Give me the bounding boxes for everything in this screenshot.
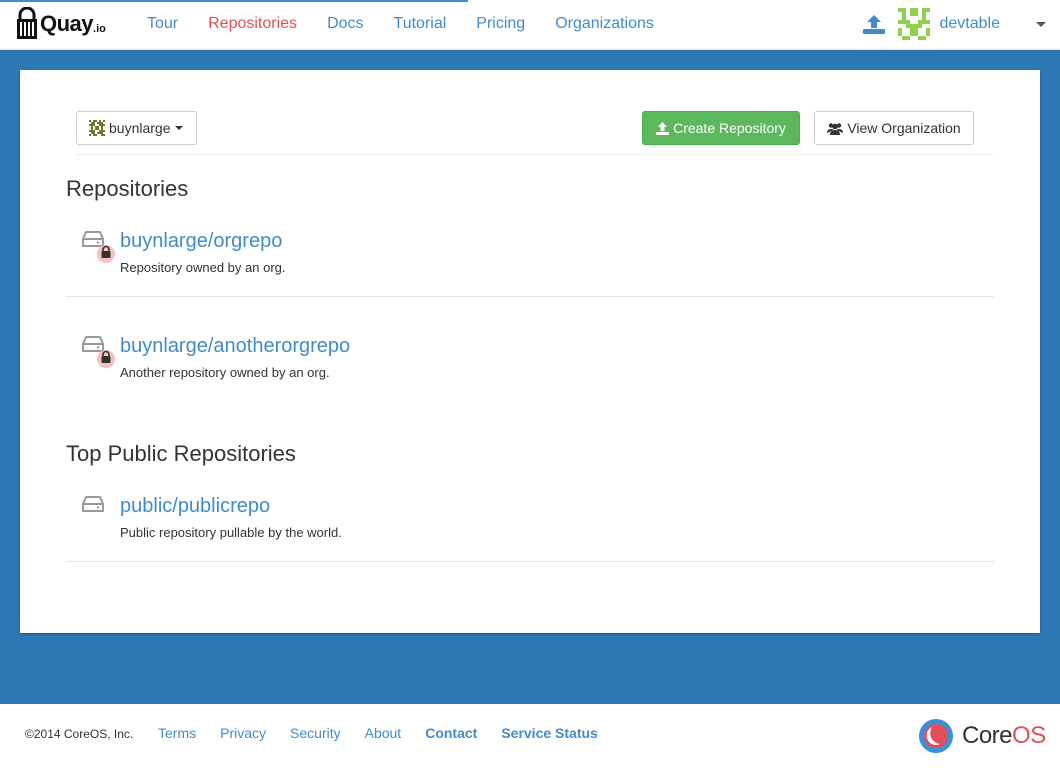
nav-tour[interactable]: Tour — [132, 15, 193, 33]
footer-service-status-link[interactable]: Service Status — [489, 725, 610, 741]
public-repositories-heading: Top Public Repositories — [66, 441, 296, 466]
repo-list-item: public/publicrepo Public repository pull… — [66, 495, 994, 562]
private-repo-icon — [80, 230, 115, 263]
upload-icon[interactable] — [862, 13, 886, 35]
user-name[interactable]: devtable — [940, 15, 1001, 33]
org-selector-label: buynlarge — [109, 120, 171, 136]
org-selector-dropdown[interactable]: buynlarge — [76, 111, 197, 145]
quay-logo[interactable]: Quay .io — [16, 7, 106, 41]
user-area: devtable — [862, 0, 1046, 48]
page-footer: ©2014 CoreOS, Inc. Terms Privacy Securit… — [0, 704, 1060, 768]
users-icon — [827, 122, 844, 135]
coreos-core-text: Core — [962, 722, 1013, 749]
repo-list-item: buynlarge/anotherorgrepo Another reposit… — [66, 335, 994, 402]
coreos-logo-icon — [919, 719, 953, 753]
coreos-os-text: OS — [1012, 722, 1046, 749]
footer-terms-link[interactable]: Terms — [146, 725, 208, 741]
repo-link[interactable]: buynlarge/orgrepo — [120, 230, 282, 253]
main-nav: Tour Repositories Docs Tutorial Pricing … — [132, 0, 669, 48]
user-menu-caret-icon[interactable] — [1036, 21, 1046, 27]
repo-toolbar: buynlarge Create Repository View Organiz… — [76, 111, 994, 155]
footer-links: Terms Privacy Security About Contact Ser… — [146, 725, 610, 741]
repositories-heading: Repositories — [66, 176, 189, 201]
repo-description: Another repository owned by an org. — [120, 365, 330, 380]
repo-link[interactable]: buynlarge/anotherorgrepo — [120, 335, 350, 358]
repo-description: Repository owned by an org. — [120, 260, 286, 275]
quay-logo-icon — [17, 7, 37, 39]
private-repo-icon — [80, 335, 115, 368]
nav-organizations[interactable]: Organizations — [540, 15, 669, 33]
nav-tutorial[interactable]: Tutorial — [379, 15, 462, 33]
nav-repositories[interactable]: Repositories — [193, 15, 312, 33]
repo-list-item: buynlarge/orgrepo Repository owned by an… — [66, 230, 994, 297]
top-navbar: Quay .io Tour Repositories Docs Tutorial… — [0, 0, 1060, 50]
footer-about-link[interactable]: About — [353, 725, 414, 741]
user-avatar[interactable] — [897, 8, 930, 40]
repo-description: Public repository pullable by the world. — [120, 525, 342, 540]
footer-contact-link[interactable]: Contact — [413, 725, 489, 741]
public-repo-icon — [80, 495, 110, 527]
page-background: buynlarge Create Repository View Organiz… — [0, 50, 1060, 704]
view-organization-button[interactable]: View Organization — [814, 111, 974, 145]
create-repository-button[interactable]: Create Repository — [642, 111, 800, 145]
org-avatar — [89, 120, 105, 136]
coreos-wordmark: CoreOS — [962, 722, 1046, 750]
nav-docs[interactable]: Docs — [312, 15, 378, 33]
nav-pricing[interactable]: Pricing — [461, 15, 540, 33]
repo-link[interactable]: public/publicrepo — [120, 495, 270, 518]
copyright-text: ©2014 CoreOS, Inc. — [25, 727, 134, 741]
footer-security-link[interactable]: Security — [278, 725, 353, 741]
brand-tld: .io — [93, 23, 106, 35]
chevron-down-icon — [174, 126, 183, 130]
brand-name: Quay — [40, 11, 94, 36]
coreos-logo[interactable]: CoreOS — [918, 718, 1046, 754]
create-repository-label: Create Repository — [673, 120, 786, 136]
footer-privacy-link[interactable]: Privacy — [208, 725, 278, 741]
view-organization-label: View Organization — [847, 120, 961, 136]
upload-icon — [656, 121, 670, 135]
content-panel: buynlarge Create Repository View Organiz… — [20, 70, 1040, 633]
